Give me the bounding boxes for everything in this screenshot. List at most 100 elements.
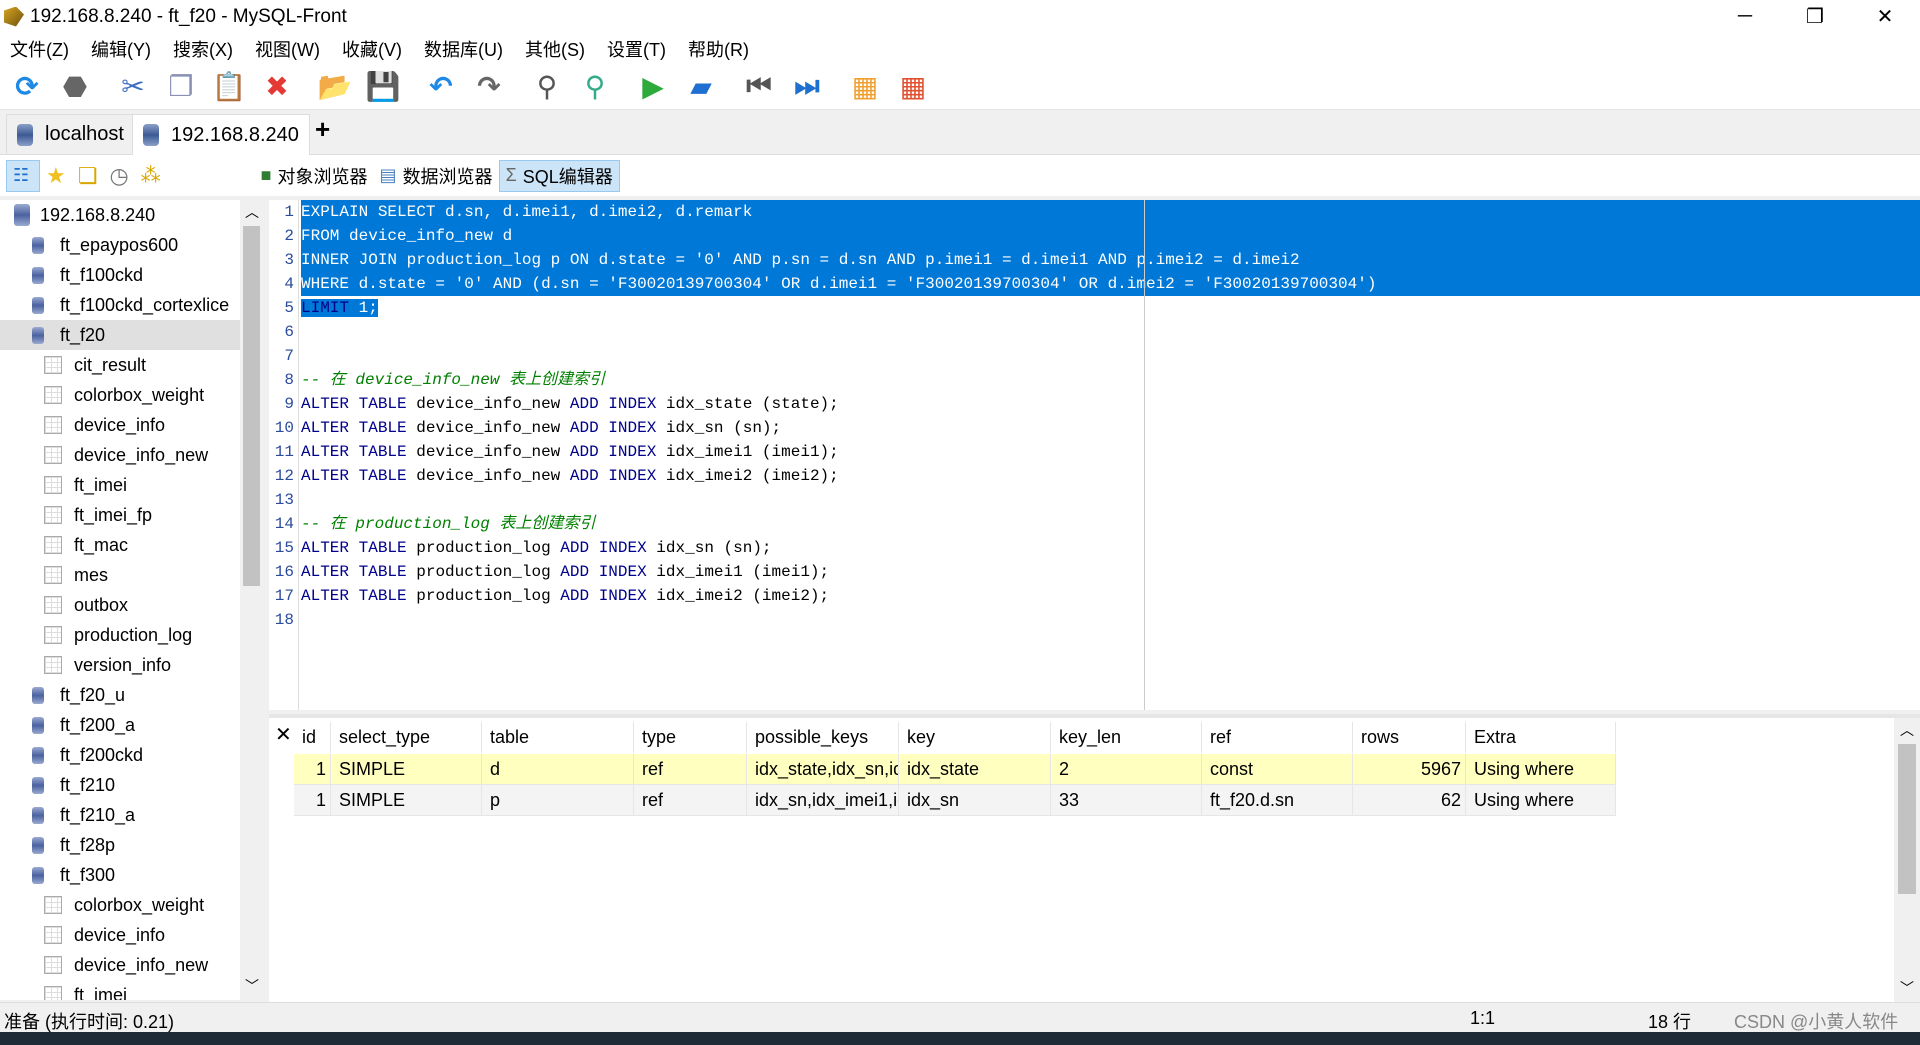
last-icon[interactable]: ⏭: [790, 70, 824, 104]
column-header[interactable]: key: [899, 722, 1051, 753]
code-line[interactable]: -- 在 production_log 表上创建索引: [301, 512, 1920, 536]
column-header[interactable]: select_type: [331, 722, 482, 753]
code-line[interactable]: ALTER TABLE production_log ADD INDEX idx…: [301, 584, 1920, 608]
stop-icon[interactable]: ⬣: [58, 70, 92, 104]
table-cell[interactable]: const: [1202, 754, 1353, 785]
tree-item[interactable]: colorbox_weight: [0, 890, 240, 920]
tree-item[interactable]: device_info: [0, 920, 240, 950]
table-row[interactable]: 1SIMPLEprefidx_sn,idx_imei1,idx_imei2idx…: [294, 785, 1616, 816]
menu-item[interactable]: 编辑(Y): [91, 36, 151, 62]
table-cell[interactable]: SIMPLE: [331, 754, 482, 785]
run-icon[interactable]: ▶: [636, 70, 670, 104]
scroll-down-icon[interactable]: ﹀: [1900, 978, 1914, 998]
tree-item[interactable]: ft_f210: [0, 770, 240, 800]
close-button[interactable]: ✕: [1850, 0, 1920, 33]
minimize-button[interactable]: ─: [1710, 0, 1780, 33]
code-line[interactable]: FROM device_info_new d: [301, 224, 1920, 248]
open-folder-icon[interactable]: 📂: [318, 70, 353, 104]
code-line[interactable]: ALTER TABLE device_info_new ADD INDEX id…: [301, 464, 1920, 488]
table-cell[interactable]: ref: [634, 754, 747, 785]
code-line[interactable]: ALTER TABLE production_log ADD INDEX idx…: [301, 560, 1920, 584]
cut-icon[interactable]: ✂: [116, 70, 150, 104]
column-header[interactable]: Extra: [1466, 722, 1616, 753]
table-cell[interactable]: 2: [1051, 754, 1202, 785]
table-cell[interactable]: 33: [1051, 785, 1202, 816]
results-scroll-thumb[interactable]: [1898, 744, 1916, 894]
code-line[interactable]: [301, 488, 1920, 512]
code-line[interactable]: [301, 320, 1920, 344]
tree-item[interactable]: ft_f20_u: [0, 680, 240, 710]
scroll-down-icon[interactable]: ﹀: [245, 976, 259, 996]
column-header[interactable]: key_len: [1051, 722, 1202, 753]
tree-item[interactable]: cit_result: [0, 350, 240, 380]
tab-localhost[interactable]: localhost: [6, 114, 135, 154]
tree-item[interactable]: production_log: [0, 620, 240, 650]
menu-item[interactable]: 设置(T): [607, 36, 666, 62]
first-icon[interactable]: ⏮: [742, 70, 776, 104]
sql-editor-button[interactable]: Σ SQL编辑器: [498, 159, 620, 192]
favorites-icon[interactable]: ★: [40, 160, 72, 192]
column-header[interactable]: rows: [1353, 722, 1466, 753]
tree-item[interactable]: ft_imei_fp: [0, 500, 240, 530]
results-grid[interactable]: ✕ id select_type table type possible_keys key…: [269, 714, 1920, 1002]
delete-row-icon[interactable]: ▦: [896, 70, 930, 104]
tree-item[interactable]: device_info_new: [0, 440, 240, 470]
code-line[interactable]: ALTER TABLE production_log ADD INDEX idx…: [301, 536, 1920, 560]
tree-item[interactable]: ft_f20: [0, 320, 240, 350]
code-line[interactable]: -- 在 device_info_new 表上创建索引: [301, 368, 1920, 392]
database-tree[interactable]: 192.168.8.240 ft_epaypos600 ft_f100ckd ft_f…: [0, 200, 240, 1000]
close-results-icon[interactable]: ✕: [275, 722, 292, 747]
column-header[interactable]: type: [634, 722, 747, 753]
table-cell[interactable]: 1: [294, 754, 331, 785]
code-line[interactable]: ALTER TABLE device_info_new ADD INDEX id…: [301, 392, 1920, 416]
run-selection-icon[interactable]: ▰: [684, 70, 718, 104]
tree-item[interactable]: colorbox_weight: [0, 380, 240, 410]
table-cell[interactable]: 5967: [1353, 754, 1466, 785]
code-line[interactable]: INNER JOIN production_log p ON d.state =…: [301, 248, 1920, 272]
code-line[interactable]: ALTER TABLE device_info_new ADD INDEX id…: [301, 440, 1920, 464]
menu-item[interactable]: 文件(Z): [10, 36, 69, 62]
code-line[interactable]: WHERE d.state = '0' AND (d.sn = 'F300201…: [301, 272, 1920, 296]
tree-item[interactable]: ft_mac: [0, 530, 240, 560]
undo-icon[interactable]: ↶: [424, 70, 458, 104]
tree-item[interactable]: 192.168.8.240: [0, 200, 240, 230]
redo-icon[interactable]: ↷: [472, 70, 506, 104]
tree-item[interactable]: ft_f300: [0, 860, 240, 890]
code-line[interactable]: EXPLAIN SELECT d.sn, d.imei1, d.imei2, d…: [301, 200, 1920, 224]
tree-item[interactable]: mes: [0, 560, 240, 590]
tree-item[interactable]: device_info: [0, 410, 240, 440]
add-tab-button[interactable]: +: [315, 114, 330, 145]
tab-192-168-8-240[interactable]: 192.168.8.240: [132, 114, 310, 155]
table-cell[interactable]: d: [482, 754, 634, 785]
code-line[interactable]: [301, 608, 1920, 632]
insert-row-icon[interactable]: ▦: [848, 70, 882, 104]
tree-item[interactable]: device_info_new: [0, 950, 240, 980]
snippets-icon[interactable]: ⁂: [135, 160, 167, 192]
tree-item[interactable]: ft_f28p: [0, 830, 240, 860]
table-cell[interactable]: Using where: [1466, 754, 1616, 785]
table-cell[interactable]: idx_sn,idx_imei1,idx_imei2: [747, 785, 899, 816]
tree-scrollbar[interactable]: ︿ ﹀: [240, 200, 263, 1000]
tree-item[interactable]: ft_imei: [0, 980, 240, 1000]
column-header[interactable]: ref: [1202, 722, 1353, 753]
tree-item[interactable]: ft_f200ckd: [0, 740, 240, 770]
find-icon[interactable]: ⚲: [530, 70, 564, 104]
restore-button[interactable]: ❐: [1780, 0, 1850, 33]
table-cell[interactable]: idx_sn: [899, 785, 1051, 816]
table-cell[interactable]: idx_state,idx_sn,idx_imei1,idx_imei2: [747, 754, 899, 785]
folders-icon[interactable]: ❏: [72, 160, 104, 192]
save-icon[interactable]: 💾: [366, 70, 401, 104]
table-cell[interactable]: ft_f20.d.sn: [1202, 785, 1353, 816]
table-cell[interactable]: 1: [294, 785, 331, 816]
replace-icon[interactable]: ⚲: [578, 70, 612, 104]
tree-item[interactable]: ft_f100ckd_cortexlice: [0, 290, 240, 320]
copy-icon[interactable]: ❐: [164, 70, 198, 104]
code-line[interactable]: LIMIT 1;: [301, 296, 1920, 320]
column-header[interactable]: id: [294, 722, 331, 753]
code-line[interactable]: ALTER TABLE device_info_new ADD INDEX id…: [301, 416, 1920, 440]
table-cell[interactable]: SIMPLE: [331, 785, 482, 816]
column-header[interactable]: table: [482, 722, 634, 753]
table-cell[interactable]: idx_state: [899, 754, 1051, 785]
tree-item[interactable]: outbox: [0, 590, 240, 620]
table-cell[interactable]: Using where: [1466, 785, 1616, 816]
